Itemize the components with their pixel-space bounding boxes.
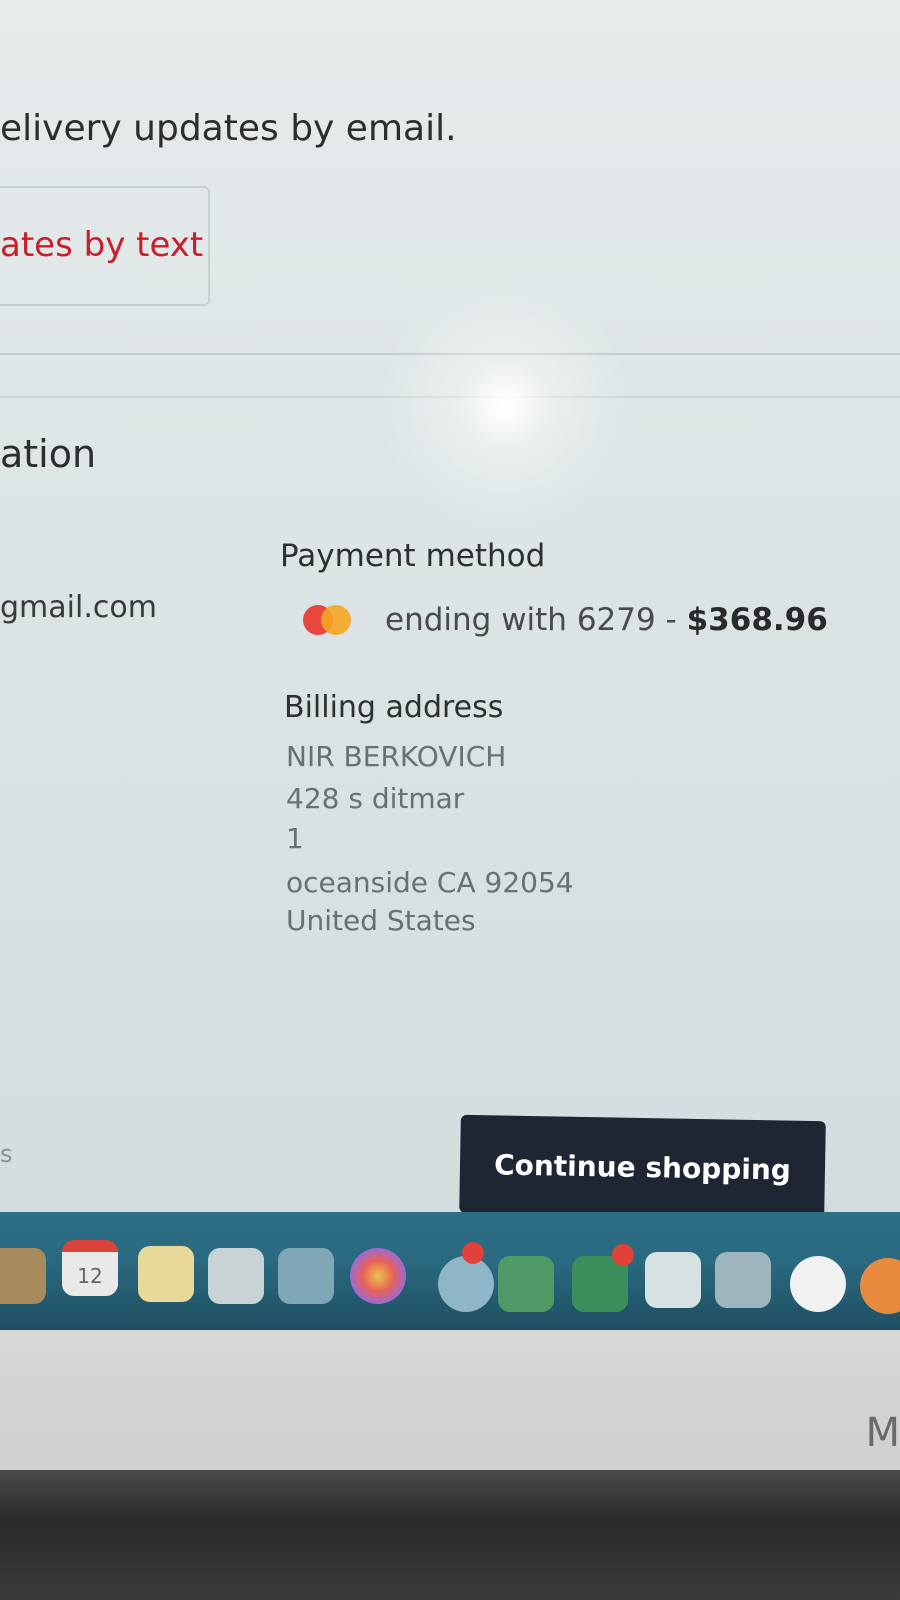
card-ending-text: ending with 6279 -: [385, 602, 687, 638]
billing-name: NIR BERKOVICH: [286, 740, 507, 773]
music-icon[interactable]: [790, 1256, 846, 1312]
messages-badge: [462, 1242, 484, 1264]
reminders-icon[interactable]: [208, 1248, 264, 1304]
section-divider-secondary: [0, 396, 900, 398]
finder-icon[interactable]: [0, 1248, 46, 1304]
payment-amount: $368.96: [686, 602, 828, 638]
billing-street: 428 s ditmar: [286, 782, 465, 815]
laptop-bezel: [0, 1330, 900, 1470]
billing-city: oceanside CA 92054: [286, 866, 574, 899]
section-divider: [0, 353, 900, 355]
podium-icon[interactable]: [715, 1252, 771, 1308]
payment-card-summary: ending with 6279 - $368.96: [385, 602, 828, 638]
order-information-heading: ation: [0, 432, 97, 476]
app-icon[interactable]: [860, 1258, 900, 1314]
keynote-icon[interactable]: [645, 1252, 701, 1308]
photos-icon[interactable]: [350, 1248, 406, 1304]
notes-icon[interactable]: [138, 1246, 194, 1302]
email-updates-text: elivery updates by email.: [0, 108, 457, 149]
continue-shopping-button[interactable]: Continue shopping: [459, 1114, 826, 1220]
macos-dock: 12: [0, 1212, 900, 1332]
bezel-logo-letter: M: [865, 1410, 900, 1456]
screen-glare: [355, 255, 655, 555]
cutoff-text-fragment: s: [0, 1140, 13, 1168]
laptop-chassis: [0, 1470, 900, 1600]
browser-page: elivery updates by email. ates by text a…: [0, 0, 900, 1232]
numbers-icon[interactable]: [498, 1256, 554, 1312]
payment-method-heading: Payment method: [280, 538, 546, 574]
billing-address-heading: Billing address: [284, 690, 504, 725]
contact-email: gmail.com: [0, 590, 157, 625]
calendar-icon[interactable]: 12: [62, 1240, 118, 1296]
billing-unit: 1: [286, 822, 304, 855]
messages-icon[interactable]: [438, 1256, 494, 1312]
maps-icon[interactable]: [278, 1248, 334, 1304]
billing-country: United States: [286, 904, 476, 937]
facetime-badge: [612, 1244, 634, 1266]
calendar-day: 12: [77, 1264, 103, 1288]
photo-of-laptop: elivery updates by email. ates by text a…: [0, 0, 900, 1600]
mastercard-icon: [303, 605, 351, 635]
text-updates-link[interactable]: ates by text: [0, 225, 203, 265]
